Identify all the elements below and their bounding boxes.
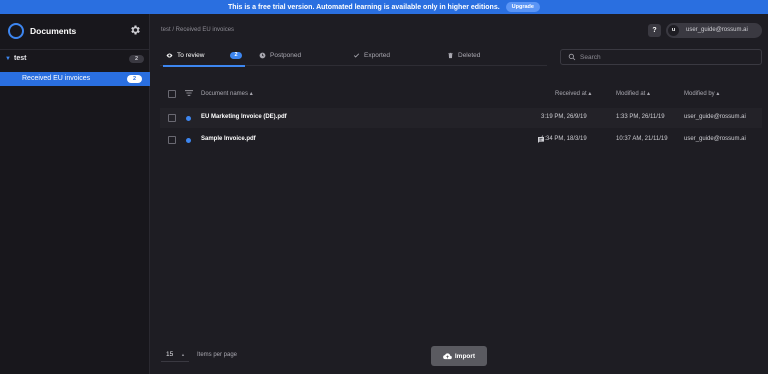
table-row[interactable]: Sample Invoice.pdf 1:34 PM, 18/3/19 10:3… <box>160 130 762 150</box>
received-at: 1:34 PM, 18/3/19 <box>541 136 587 142</box>
modified-at: 1:33 PM, 26/11/19 <box>616 114 665 120</box>
user-menu[interactable]: u user_guide@rossum.ai <box>666 23 762 38</box>
caret-down-icon[interactable]: ▼ <box>5 56 11 62</box>
document-name[interactable]: EU Marketing Invoice (DE).pdf <box>201 114 287 120</box>
tab-label: Postponed <box>270 52 302 59</box>
search-icon <box>568 53 576 61</box>
queue-group-name: test <box>14 55 27 62</box>
import-label: Import <box>454 352 476 360</box>
column-label: Modified at <box>616 91 646 97</box>
trash-icon <box>448 52 453 59</box>
chevron-up-icon: ▲ <box>181 352 185 357</box>
rossum-logo-icon <box>8 23 24 39</box>
modified-by: user_guide@rossum.ai <box>684 114 746 120</box>
column-label: Document names <box>201 91 249 97</box>
cloud-upload-icon <box>443 352 452 359</box>
unread-dot <box>186 116 191 121</box>
items-per-page-value: 15 <box>166 351 174 358</box>
upgrade-button[interactable]: Upgrade <box>505 2 540 12</box>
column-label: Received at <box>555 91 587 97</box>
tab-to-review[interactable]: To review 2 <box>163 52 245 67</box>
tab-count-badge: 2 <box>230 52 242 59</box>
column-document-names[interactable]: Document names ▴ <box>201 90 253 97</box>
search-input[interactable]: Search <box>560 49 762 65</box>
avatar: u <box>668 25 679 36</box>
unread-dot <box>186 138 191 143</box>
tab-label: Deleted <box>458 52 481 59</box>
items-per-page-select[interactable]: 15 ▲ <box>161 347 189 362</box>
document-name[interactable]: Sample Invoice.pdf <box>201 136 256 142</box>
row-checkbox[interactable] <box>168 114 176 122</box>
status-tabs: To review 2 Postponed Exported Deleted <box>160 48 547 67</box>
sidebar-header: Documents <box>0 14 150 50</box>
gear-icon[interactable] <box>129 24 141 36</box>
sidebar-item-received-eu-invoices[interactable]: Received EU invoices 2 <box>0 72 150 86</box>
help-button[interactable]: ? <box>648 24 661 37</box>
column-modified-at[interactable]: Modified at ▴ <box>616 90 650 97</box>
tab-label: Exported <box>364 52 391 59</box>
search-placeholder: Search <box>580 53 601 61</box>
queue-group-test[interactable]: ▼ test 2 <box>0 53 150 67</box>
tab-label: To review <box>177 52 205 59</box>
tab-exported[interactable]: Exported <box>353 52 390 66</box>
clock-icon <box>259 52 266 59</box>
tab-deleted[interactable]: Deleted <box>447 52 480 66</box>
check-icon <box>353 53 360 58</box>
column-received-at[interactable]: Received at ▴ <box>555 90 591 97</box>
eye-icon <box>166 53 173 58</box>
tab-postponed[interactable]: Postponed <box>259 52 301 66</box>
app-title: Documents <box>30 26 77 36</box>
breadcrumb: test / Received EU invoices <box>161 27 235 33</box>
user-email: user_guide@rossum.ai <box>686 26 748 33</box>
row-checkbox[interactable] <box>168 136 176 144</box>
modified-at: 10:37 AM, 21/11/19 <box>616 136 668 142</box>
sidebar: Documents ▼ test 2 Received EU invoices … <box>0 14 150 374</box>
trial-banner: This is a free trial version. Automated … <box>0 0 768 14</box>
received-at: 3:19 PM, 26/9/19 <box>541 114 587 120</box>
queue-count-badge: 2 <box>127 75 142 83</box>
filter-icon[interactable] <box>185 90 193 96</box>
table-header: Document names ▴ Received at ▴ Modified … <box>160 86 762 102</box>
items-per-page-label: Items per page <box>197 352 238 358</box>
queue-group-count: 2 <box>129 55 144 63</box>
select-all-checkbox[interactable] <box>168 90 176 98</box>
trial-banner-text: This is a free trial version. Automated … <box>228 3 500 11</box>
table-row[interactable]: EU Marketing Invoice (DE).pdf 3:19 PM, 2… <box>160 108 762 128</box>
column-modified-by[interactable]: Modified by ▴ <box>684 90 719 97</box>
import-button[interactable]: Import <box>431 346 487 366</box>
modified-by: user_guide@rossum.ai <box>684 136 746 142</box>
sidebar-item-label: Received EU invoices <box>22 75 91 82</box>
column-label: Modified by <box>684 91 715 97</box>
